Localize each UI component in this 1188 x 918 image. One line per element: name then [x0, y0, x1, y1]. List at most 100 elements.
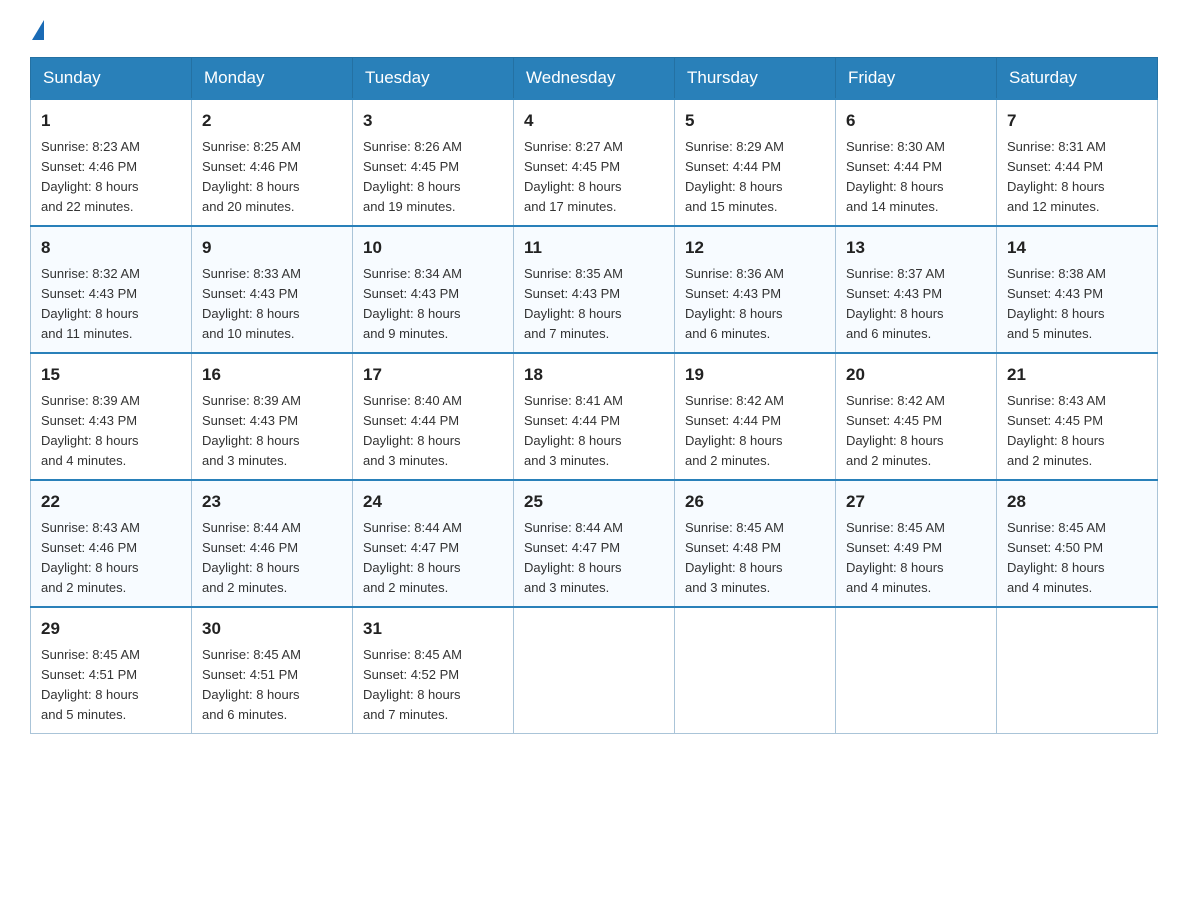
day-info: Sunrise: 8:30 AMSunset: 4:44 PMDaylight:…	[846, 137, 986, 218]
day-info: Sunrise: 8:43 AMSunset: 4:46 PMDaylight:…	[41, 518, 181, 599]
header-cell-saturday: Saturday	[997, 58, 1158, 100]
day-number: 5	[685, 108, 825, 134]
day-number: 4	[524, 108, 664, 134]
logo	[30, 20, 44, 37]
day-number: 21	[1007, 362, 1147, 388]
week-row-5: 29 Sunrise: 8:45 AMSunset: 4:51 PMDayligh…	[31, 607, 1158, 734]
day-number: 3	[363, 108, 503, 134]
day-cell: 6 Sunrise: 8:30 AMSunset: 4:44 PMDaylight…	[836, 99, 997, 226]
header-cell-friday: Friday	[836, 58, 997, 100]
day-number: 14	[1007, 235, 1147, 261]
day-info: Sunrise: 8:45 AMSunset: 4:51 PMDaylight:…	[41, 645, 181, 726]
day-info: Sunrise: 8:39 AMSunset: 4:43 PMDaylight:…	[202, 391, 342, 472]
day-info: Sunrise: 8:41 AMSunset: 4:44 PMDaylight:…	[524, 391, 664, 472]
day-number: 17	[363, 362, 503, 388]
day-cell: 28Sunrise: 8:45 AMSunset: 4:50 PMDayligh…	[997, 480, 1158, 607]
day-info: Sunrise: 8:45 AMSunset: 4:48 PMDaylight:…	[685, 518, 825, 599]
day-cell: 4 Sunrise: 8:27 AMSunset: 4:45 PMDaylight…	[514, 99, 675, 226]
day-number: 18	[524, 362, 664, 388]
day-cell: 19 Sunrise: 8:42 AMSunset: 4:44 PMDayligh…	[675, 353, 836, 480]
day-cell: 8 Sunrise: 8:32 AMSunset: 4:43 PMDaylight…	[31, 226, 192, 353]
day-cell: 2 Sunrise: 8:25 AMSunset: 4:46 PMDaylight…	[192, 99, 353, 226]
day-cell: 27 Sunrise: 8:45 AMSunset: 4:49 PMDayligh…	[836, 480, 997, 607]
header-cell-thursday: Thursday	[675, 58, 836, 100]
day-cell: 17 Sunrise: 8:40 AMSunset: 4:44 PMDayligh…	[353, 353, 514, 480]
header-cell-wednesday: Wednesday	[514, 58, 675, 100]
day-number: 19	[685, 362, 825, 388]
day-cell: 18 Sunrise: 8:41 AMSunset: 4:44 PMDayligh…	[514, 353, 675, 480]
day-cell: 24 Sunrise: 8:44 AMSunset: 4:47 PMDayligh…	[353, 480, 514, 607]
day-number: 30	[202, 616, 342, 642]
week-row-2: 8 Sunrise: 8:32 AMSunset: 4:43 PMDaylight…	[31, 226, 1158, 353]
day-number: 31	[363, 616, 503, 642]
day-cell: 31 Sunrise: 8:45 AMSunset: 4:52 PMDayligh…	[353, 607, 514, 734]
day-info: Sunrise: 8:33 AMSunset: 4:43 PMDaylight:…	[202, 264, 342, 345]
day-number: 13	[846, 235, 986, 261]
day-number: 1	[41, 108, 181, 134]
day-info: Sunrise: 8:43 AMSunset: 4:45 PMDaylight:…	[1007, 391, 1147, 472]
day-info: Sunrise: 8:45 AMSunset: 4:51 PMDaylight:…	[202, 645, 342, 726]
day-info: Sunrise: 8:34 AMSunset: 4:43 PMDaylight:…	[363, 264, 503, 345]
day-info: Sunrise: 8:44 AMSunset: 4:47 PMDaylight:…	[524, 518, 664, 599]
day-number: 27	[846, 489, 986, 515]
day-info: Sunrise: 8:25 AMSunset: 4:46 PMDaylight:…	[202, 137, 342, 218]
day-number: 6	[846, 108, 986, 134]
header-cell-tuesday: Tuesday	[353, 58, 514, 100]
day-number: 15	[41, 362, 181, 388]
logo-text	[30, 20, 44, 42]
day-number: 23	[202, 489, 342, 515]
day-number: 2	[202, 108, 342, 134]
day-cell: 12Sunrise: 8:36 AMSunset: 4:43 PMDayligh…	[675, 226, 836, 353]
header-cell-sunday: Sunday	[31, 58, 192, 100]
day-number: 26	[685, 489, 825, 515]
week-row-4: 22 Sunrise: 8:43 AMSunset: 4:46 PMDayligh…	[31, 480, 1158, 607]
day-info: Sunrise: 8:31 AMSunset: 4:44 PMDaylight:…	[1007, 137, 1147, 218]
day-info: Sunrise: 8:39 AMSunset: 4:43 PMDaylight:…	[41, 391, 181, 472]
day-cell	[675, 607, 836, 734]
day-info: Sunrise: 8:35 AMSunset: 4:43 PMDaylight:…	[524, 264, 664, 345]
day-number: 20	[846, 362, 986, 388]
day-cell: 10 Sunrise: 8:34 AMSunset: 4:43 PMDayligh…	[353, 226, 514, 353]
day-number: 29	[41, 616, 181, 642]
day-cell	[997, 607, 1158, 734]
day-info: Sunrise: 8:32 AMSunset: 4:43 PMDaylight:…	[41, 264, 181, 345]
logo-triangle-icon	[32, 20, 44, 40]
day-cell: 22 Sunrise: 8:43 AMSunset: 4:46 PMDayligh…	[31, 480, 192, 607]
day-cell: 11 Sunrise: 8:35 AMSunset: 4:43 PMDayligh…	[514, 226, 675, 353]
day-number: 12	[685, 235, 825, 261]
calendar-table: SundayMondayTuesdayWednesdayThursdayFrid…	[30, 57, 1158, 734]
day-number: 28	[1007, 489, 1147, 515]
day-cell	[514, 607, 675, 734]
day-cell: 7Sunrise: 8:31 AMSunset: 4:44 PMDaylight…	[997, 99, 1158, 226]
day-cell: 1Sunrise: 8:23 AMSunset: 4:46 PMDaylight…	[31, 99, 192, 226]
day-cell: 26 Sunrise: 8:45 AMSunset: 4:48 PMDayligh…	[675, 480, 836, 607]
day-info: Sunrise: 8:45 AMSunset: 4:49 PMDaylight:…	[846, 518, 986, 599]
day-info: Sunrise: 8:27 AMSunset: 4:45 PMDaylight:…	[524, 137, 664, 218]
day-number: 22	[41, 489, 181, 515]
day-info: Sunrise: 8:42 AMSunset: 4:45 PMDaylight:…	[846, 391, 986, 472]
day-cell: 30 Sunrise: 8:45 AMSunset: 4:51 PMDayligh…	[192, 607, 353, 734]
day-info: Sunrise: 8:40 AMSunset: 4:44 PMDaylight:…	[363, 391, 503, 472]
day-cell: 29 Sunrise: 8:45 AMSunset: 4:51 PMDayligh…	[31, 607, 192, 734]
day-info: Sunrise: 8:44 AMSunset: 4:46 PMDaylight:…	[202, 518, 342, 599]
day-number: 11	[524, 235, 664, 261]
day-cell: 25Sunrise: 8:44 AMSunset: 4:47 PMDayligh…	[514, 480, 675, 607]
day-info: Sunrise: 8:38 AMSunset: 4:43 PMDaylight:…	[1007, 264, 1147, 345]
day-info: Sunrise: 8:29 AMSunset: 4:44 PMDaylight:…	[685, 137, 825, 218]
day-info: Sunrise: 8:45 AMSunset: 4:52 PMDaylight:…	[363, 645, 503, 726]
day-cell: 9Sunrise: 8:33 AMSunset: 4:43 PMDaylight…	[192, 226, 353, 353]
day-cell: 15 Sunrise: 8:39 AMSunset: 4:43 PMDayligh…	[31, 353, 192, 480]
day-cell: 20 Sunrise: 8:42 AMSunset: 4:45 PMDayligh…	[836, 353, 997, 480]
day-cell: 21 Sunrise: 8:43 AMSunset: 4:45 PMDayligh…	[997, 353, 1158, 480]
day-number: 8	[41, 235, 181, 261]
header-row: SundayMondayTuesdayWednesdayThursdayFrid…	[31, 58, 1158, 100]
day-info: Sunrise: 8:42 AMSunset: 4:44 PMDaylight:…	[685, 391, 825, 472]
day-number: 10	[363, 235, 503, 261]
day-cell: 3Sunrise: 8:26 AMSunset: 4:45 PMDaylight…	[353, 99, 514, 226]
day-cell: 23 Sunrise: 8:44 AMSunset: 4:46 PMDayligh…	[192, 480, 353, 607]
header-cell-monday: Monday	[192, 58, 353, 100]
week-row-1: 1Sunrise: 8:23 AMSunset: 4:46 PMDaylight…	[31, 99, 1158, 226]
day-info: Sunrise: 8:44 AMSunset: 4:47 PMDaylight:…	[363, 518, 503, 599]
day-number: 24	[363, 489, 503, 515]
calendar-header: SundayMondayTuesdayWednesdayThursdayFrid…	[31, 58, 1158, 100]
